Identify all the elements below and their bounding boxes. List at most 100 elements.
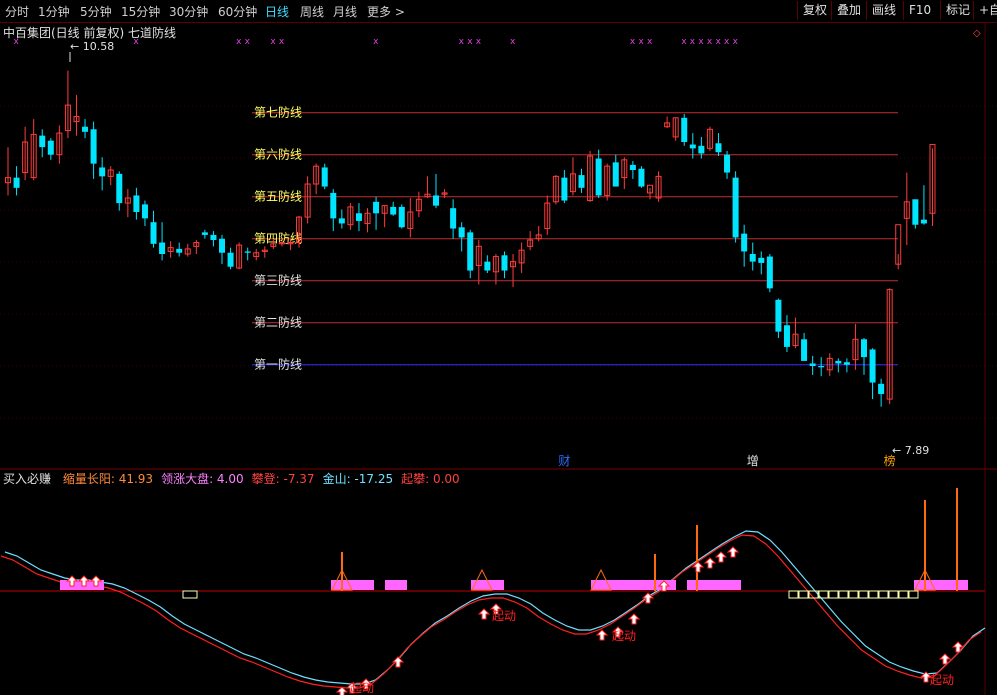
candle[interactable]	[184, 243, 191, 257]
candle[interactable]	[227, 247, 234, 270]
candle[interactable]	[219, 234, 225, 265]
candle[interactable]	[381, 205, 388, 228]
toolbar-button-4[interactable]: 标记	[940, 1, 975, 20]
candle[interactable]	[861, 338, 867, 375]
candle[interactable]	[338, 209, 345, 229]
candle[interactable]	[724, 150, 731, 179]
candle[interactable]	[561, 170, 568, 204]
candle[interactable]	[347, 203, 354, 230]
candle[interactable]	[758, 251, 765, 275]
candle[interactable]	[706, 126, 713, 151]
candle[interactable]	[261, 246, 268, 258]
candle[interactable]	[5, 147, 11, 196]
candle[interactable]	[321, 163, 328, 190]
candle[interactable]	[878, 378, 885, 407]
candle[interactable]	[612, 154, 619, 187]
candle[interactable]	[415, 191, 422, 218]
candle[interactable]	[501, 251, 508, 279]
period-tab-8[interactable]: 月线	[333, 3, 357, 20]
candle[interactable]	[715, 133, 722, 156]
candle[interactable]	[99, 157, 106, 191]
candle[interactable]	[527, 231, 534, 251]
candle[interactable]	[364, 208, 371, 233]
candle[interactable]	[604, 163, 611, 201]
candle[interactable]	[458, 222, 465, 252]
candle[interactable]	[56, 125, 63, 164]
candle[interactable]	[484, 255, 491, 274]
candle[interactable]	[450, 199, 457, 239]
candle[interactable]	[492, 254, 499, 285]
candle[interactable]	[578, 168, 585, 193]
candle[interactable]	[792, 317, 799, 349]
candle[interactable]	[244, 247, 251, 261]
period-tab-5[interactable]: 60分钟	[218, 3, 257, 20]
candle[interactable]	[629, 161, 636, 179]
candle[interactable]	[13, 166, 20, 196]
candle[interactable]	[433, 173, 439, 209]
candle[interactable]	[869, 348, 876, 400]
candle[interactable]	[552, 175, 559, 205]
candle[interactable]	[330, 189, 337, 232]
candle[interactable]	[569, 157, 576, 196]
toolbar-button-1[interactable]: 叠加	[831, 1, 866, 20]
candle[interactable]	[210, 231, 217, 247]
candle[interactable]	[920, 185, 927, 225]
candle[interactable]	[535, 226, 542, 242]
candle[interactable]	[373, 196, 380, 230]
toolbar-button-5[interactable]: +自	[973, 1, 997, 20]
candle[interactable]	[424, 176, 431, 198]
candle[interactable]	[510, 254, 517, 288]
candle[interactable]	[116, 171, 123, 211]
candle[interactable]	[22, 126, 29, 181]
candle[interactable]	[818, 357, 825, 377]
candle[interactable]	[903, 172, 910, 246]
candle[interactable]	[518, 242, 525, 274]
period-tab-2[interactable]: 5分钟	[80, 3, 112, 20]
candle[interactable]	[124, 189, 131, 218]
candle[interactable]	[681, 114, 688, 146]
event-marker[interactable]: 榜	[884, 453, 896, 468]
candle[interactable]	[107, 166, 114, 186]
candle[interactable]	[193, 240, 200, 254]
candle[interactable]	[886, 288, 893, 405]
candle[interactable]	[801, 332, 808, 361]
candle[interactable]	[852, 324, 859, 370]
candle[interactable]	[843, 358, 850, 373]
candle[interactable]	[912, 199, 919, 229]
candle[interactable]	[253, 248, 260, 261]
candle[interactable]	[355, 203, 362, 232]
candle[interactable]	[783, 315, 790, 352]
candle[interactable]	[749, 242, 756, 271]
period-tab-3[interactable]: 15分钟	[121, 3, 160, 20]
candle[interactable]	[638, 166, 645, 188]
candle[interactable]	[159, 222, 166, 261]
candle[interactable]	[150, 210, 157, 248]
candle[interactable]	[90, 121, 97, 179]
candle[interactable]	[467, 229, 474, 279]
candle[interactable]	[766, 254, 773, 293]
candle[interactable]	[64, 70, 71, 139]
candle[interactable]	[73, 94, 80, 136]
candle[interactable]	[133, 187, 140, 220]
toolbar-button-2[interactable]: 画线	[866, 1, 901, 20]
main-candlestick-chart[interactable]: 第七防线第六防线第五防线第四防线第三防线第二防线第一防线x x x x x x x x x x x x…	[0, 22, 997, 470]
candle[interactable]	[655, 171, 662, 202]
candle[interactable]	[595, 149, 602, 198]
candle[interactable]	[82, 119, 89, 139]
period-tab-7[interactable]: 周线	[300, 3, 324, 20]
candle[interactable]	[304, 176, 311, 224]
candle[interactable]	[544, 195, 551, 235]
period-tab-1[interactable]: 1分钟	[38, 3, 70, 20]
candle[interactable]	[47, 138, 54, 160]
candle[interactable]	[201, 229, 208, 239]
candle[interactable]	[835, 358, 842, 373]
candle[interactable]	[809, 355, 816, 375]
candle[interactable]	[621, 157, 628, 190]
period-tab-9[interactable]: 更多 >	[367, 3, 405, 20]
candle[interactable]	[398, 204, 405, 229]
candle[interactable]	[587, 150, 594, 202]
candle[interactable]	[167, 241, 174, 258]
candle[interactable]	[664, 116, 671, 128]
candle[interactable]	[236, 242, 243, 270]
candle[interactable]	[141, 200, 148, 226]
